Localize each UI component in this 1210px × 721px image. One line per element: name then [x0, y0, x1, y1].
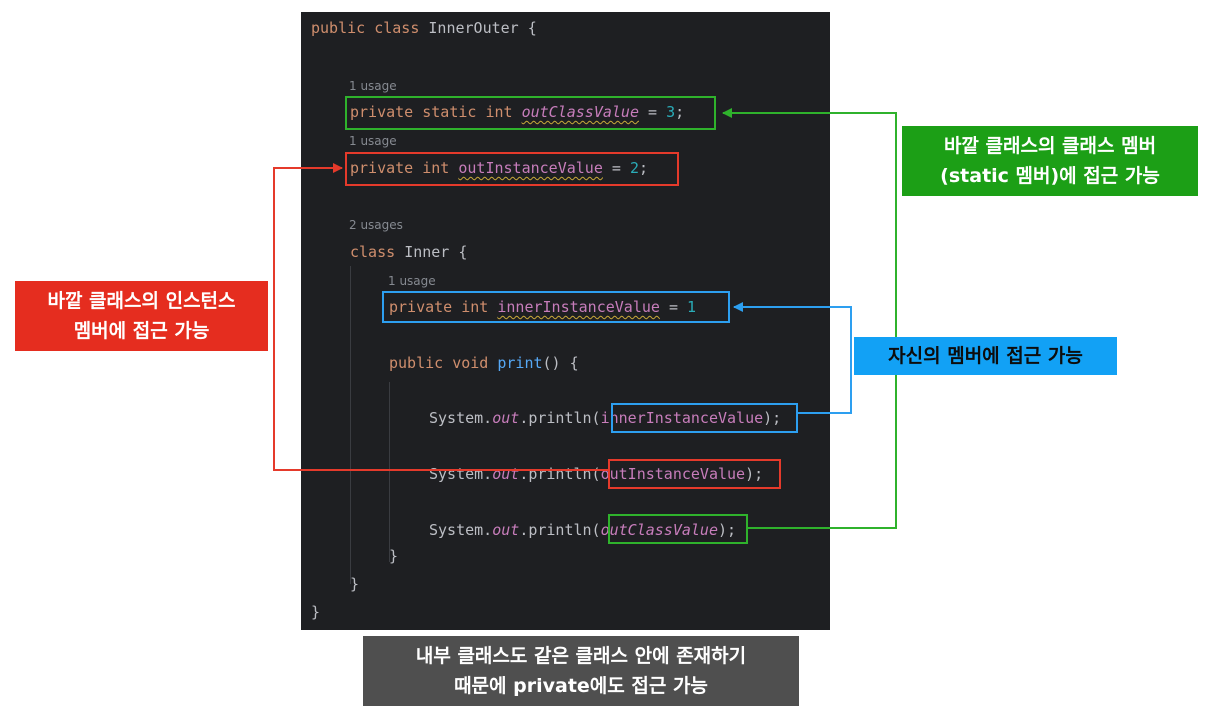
note-line: 멤버에 접근 가능 [73, 320, 210, 342]
red-connector [273, 163, 608, 471]
note-static-member-access: 바깥 클래스의 클래스 멤버 (static 멤버)에 접근 가능 [902, 126, 1198, 196]
green-connector [722, 108, 897, 529]
blue-connector [733, 302, 852, 414]
note-own-member-access: 자신의 멤버에 접근 가능 [854, 337, 1117, 375]
note-line: 바깥 클래스의 클래스 멤버 [943, 135, 1157, 157]
note-instance-member-access: 바깥 클래스의 인스턴스 멤버에 접근 가능 [15, 281, 268, 351]
note-line: (static 멤버)에 접근 가능 [940, 165, 1160, 187]
note-line: 내부 클래스도 같은 클래스 안에 존재하기 [415, 645, 747, 667]
note-line: 자신의 멤버에 접근 가능 [888, 345, 1083, 367]
note-private-access: 내부 클래스도 같은 클래스 안에 존재하기 때문에 private에도 접근 … [363, 636, 799, 706]
note-line: 때문에 private에도 접근 가능 [454, 675, 708, 697]
note-line: 바깥 클래스의 인스턴스 [47, 290, 236, 312]
